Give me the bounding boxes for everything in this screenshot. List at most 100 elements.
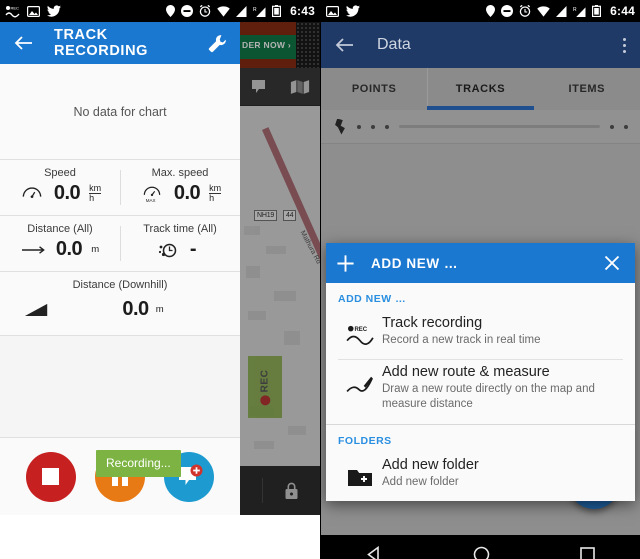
map-layers-icon[interactable] (290, 78, 310, 96)
lock-icon[interactable] (284, 482, 299, 500)
stat-distance-all: Distance (All) 0.0 m (0, 216, 120, 271)
panel-spacer (0, 336, 240, 437)
back-arrow-icon (335, 38, 353, 52)
tab-label: TRACKS (455, 83, 506, 95)
dialog-title: ADD NEW … (371, 255, 459, 271)
location-icon (166, 5, 176, 17)
stat-label: Speed (44, 167, 76, 179)
image-icon (27, 5, 40, 17)
tab-items[interactable]: ITEMS (534, 68, 640, 110)
dialog-item-track-recording[interactable]: REC Track recording Record a new track i… (326, 311, 635, 359)
add-new-dialog: ADD NEW … ADD NEW … REC Track recording … (326, 243, 635, 501)
stat-label: Max. speed (151, 167, 209, 179)
recording-controls: Recording... (0, 437, 240, 515)
item-subtitle: Record a new track in real time (382, 334, 541, 346)
stat-label: Distance (All) (27, 223, 93, 235)
left-screen: REC R 6:43 DER NOW › NH19 44 Mathura Rd … (0, 0, 320, 559)
recording-tooltip: Recording... (96, 450, 181, 477)
stat-value: 0.0 (122, 298, 149, 320)
rec-badge-label: REC (259, 369, 271, 392)
app-bar-left: TRACK RECORDING (0, 22, 240, 64)
svg-text:R: R (253, 7, 257, 13)
stat-unit-den: h (89, 193, 95, 203)
section-label-folders: FOLDERS (338, 434, 392, 447)
status-bar-time: 6:43 (290, 4, 315, 18)
downhill-slope-icon (14, 299, 60, 321)
dialog-close-button[interactable] (599, 250, 625, 276)
track-recording-panel: TRACK RECORDING No data for chart Speed (0, 22, 240, 515)
folder-add-icon (338, 457, 382, 488)
tab-points[interactable]: POINTS (321, 68, 427, 110)
tab-label: ITEMS (568, 83, 606, 95)
road-label-1: 44 (283, 210, 297, 221)
stat-value: - (189, 238, 197, 260)
stop-square-icon (42, 468, 60, 485)
map-ad-banner[interactable]: DER NOW › (240, 22, 320, 68)
status-bar-right-icons: R 6:43 (166, 4, 315, 18)
speedometer-max-icon: MAX (139, 183, 165, 205)
dialog-item-add-route[interactable]: Add new route & measure Draw a new route… (326, 360, 635, 423)
status-bar-left: REC R 6:43 (0, 0, 320, 22)
wifi-icon (217, 5, 230, 17)
map-strip[interactable]: DER NOW › NH19 44 Mathura Rd REC (240, 22, 320, 515)
tab-bar: POINTS TRACKS ITEMS (321, 68, 640, 110)
signal-icon (236, 5, 247, 17)
do-not-disturb-icon (501, 5, 514, 17)
map-toolbar (240, 68, 320, 106)
stat-max-speed: Max. speed MAX 0.0 km h (120, 160, 240, 215)
rec-dot-icon (260, 394, 270, 405)
stat-row-distance: Distance (All) 0.0 m Track time (All) - (0, 216, 240, 272)
ad-banner-text: DER NOW › (242, 40, 291, 50)
track-rec-icon: REC (5, 5, 20, 17)
settings-button[interactable] (204, 30, 230, 56)
nav-back-icon[interactable] (366, 545, 383, 559)
back-button[interactable] (10, 30, 36, 56)
item-subtitle: Add new folder (382, 475, 459, 488)
signal-roaming-icon: R (253, 7, 266, 17)
section-label-add-new: ADD NEW … (338, 293, 407, 305)
svg-text:R: R (573, 7, 577, 13)
map-rec-badge: REC (248, 356, 282, 418)
stat-value: 0.0 (173, 182, 201, 204)
nav-home-icon[interactable] (473, 546, 490, 559)
status-bar-right-icons: R 6:44 (486, 4, 635, 18)
app-bar-right: Data (321, 22, 640, 68)
chart-empty-label: No data for chart (73, 104, 167, 119)
map-canvas[interactable]: NH19 44 Mathura Rd REC (240, 106, 320, 466)
map-bottom-bar (240, 466, 320, 515)
page-title: TRACK RECORDING (54, 27, 149, 59)
stat-distance-downhill: Distance (Downhill) 0.0 m (0, 272, 240, 336)
nav-recents-icon[interactable] (580, 547, 595, 559)
dual-screenshot: REC R 6:43 DER NOW › NH19 44 Mathura Rd … (0, 0, 640, 559)
status-bar-left-icons: REC (5, 5, 61, 18)
list-item[interactable] (321, 110, 640, 144)
track-icon (335, 118, 345, 135)
stat-unit: m (91, 243, 100, 255)
alarm-icon (199, 5, 211, 17)
close-icon (604, 255, 620, 271)
navigation-bar-right (321, 535, 640, 559)
item-title: Track recording (382, 315, 483, 331)
waypoint-icon[interactable] (250, 78, 270, 96)
stop-recording-button[interactable] (25, 451, 76, 502)
svg-text:MAX: MAX (146, 198, 156, 203)
tracks-list-area: ADD NEW … ADD NEW … REC Track recording … (321, 110, 640, 535)
overflow-menu-icon[interactable] (619, 34, 630, 57)
alarm-icon (519, 5, 531, 17)
status-bar-left-icons (326, 5, 360, 17)
stat-value: 0.0 (55, 238, 83, 260)
dialog-item-add-folder[interactable]: Add new folder Add new folder (326, 453, 635, 501)
image-icon (326, 5, 339, 17)
page-title: Data (377, 36, 411, 53)
arrow-right-icon (21, 239, 47, 261)
back-button[interactable] (331, 32, 357, 58)
stat-value: 0.0 (53, 182, 81, 204)
svg-text:REC: REC (354, 327, 367, 333)
route-measure-icon (338, 364, 382, 397)
item-title: Add new route & measure (382, 364, 550, 381)
track-record-icon: REC (338, 315, 382, 348)
tab-label: POINTS (351, 83, 397, 95)
tab-tracks[interactable]: TRACKS (427, 68, 534, 110)
svg-text:REC: REC (11, 5, 20, 10)
back-arrow-icon (14, 36, 32, 50)
